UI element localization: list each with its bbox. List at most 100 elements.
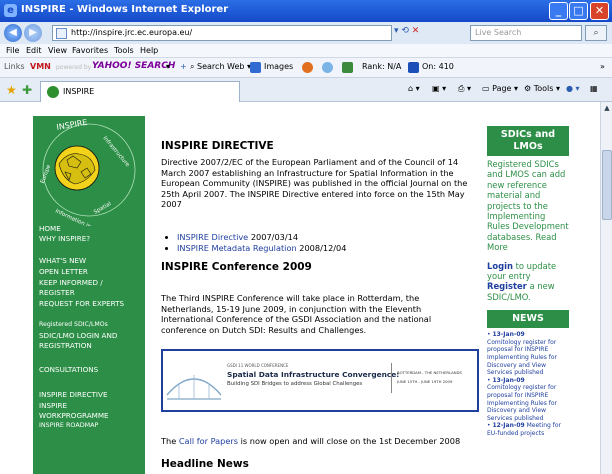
conference-heading: INSPIRE Conference 2009 (161, 261, 312, 273)
register-link[interactable]: Register (487, 281, 527, 291)
address-row: ◀ ▶ http://inspire.jrc.ec.europa.eu/ ▾ ⟲… (0, 22, 612, 44)
refresh-stop-icons[interactable]: ▾ ⟲ ✕ (394, 26, 419, 36)
forward-icon[interactable]: ▶ (24, 24, 42, 42)
news-item[interactable]: • 12-Jan-09 Meeting for EU-funded projec… (487, 422, 569, 437)
rank-label[interactable]: Rank: N/A (362, 62, 401, 71)
minimize-button[interactable]: _ (549, 2, 568, 20)
news-item[interactable]: • 13-Jan-09 Comitology register for propo… (487, 377, 569, 423)
stop-icon[interactable]: ✕ (412, 26, 420, 36)
banner-subtitle: Building SDI Bridges to address Global C… (227, 381, 363, 387)
research-icon[interactable]: ▦ (590, 84, 598, 93)
maximize-button[interactable]: □ (569, 2, 588, 20)
search-icon[interactable]: ⌕ (585, 25, 607, 41)
nav-roadmap[interactable]: INSPIRE ROADMAP (39, 421, 98, 430)
nav-whats-new[interactable]: WHAT'S NEW (39, 256, 86, 265)
directive-date: 2007/03/14 (250, 232, 299, 242)
left-navigation: INSPIRE Infrastructure Europe Informatio… (33, 116, 145, 474)
news-date: 13-Jan-09 (492, 331, 525, 339)
call-pre-text: The (161, 436, 177, 446)
menu-tools[interactable]: Tools (114, 46, 134, 55)
directive-link[interactable]: INSPIRE Directive (177, 232, 248, 242)
title-bar: e INSPIRE - Windows Internet Explorer _ … (0, 0, 612, 22)
banner-place: ROTTERDAM - THE NETHERLANDS (397, 370, 462, 375)
sdic-text[interactable]: Registered SDICs and LMOS can add new re… (487, 159, 569, 253)
links-toolbar: Links VMN powered by YAHOO! SEARCH ▾ + ⌕… (0, 58, 612, 78)
yahoo-search-logo[interactable]: YAHOO! SEARCH (92, 61, 175, 71)
news-date: 12-Jan-09 (492, 422, 525, 430)
mail-icon[interactable] (322, 62, 333, 73)
menu-edit[interactable]: Edit (26, 46, 42, 55)
directive-links: INSPIRE Directive 2007/03/14 INSPIRE Met… (161, 232, 471, 253)
nav-open-letter[interactable]: OPEN LETTER (39, 267, 88, 276)
vmn-logo[interactable]: VMN (30, 62, 51, 71)
nav-register[interactable]: REGISTER (39, 288, 75, 297)
login-link[interactable]: Login (487, 261, 513, 271)
news-text: Comitology register for proposal for INS… (487, 338, 558, 377)
close-button[interactable]: ✕ (590, 2, 609, 20)
ie-logo-icon: e (4, 4, 17, 17)
tab-inspire[interactable]: INSPIRE (40, 81, 240, 102)
nav-why-inspire[interactable]: WHY INSPIRE? (39, 234, 90, 243)
inspire-logo: INSPIRE Infrastructure Europe Informatio… (39, 118, 139, 226)
nav-workprogramme[interactable]: WORKPROGRAMME (39, 411, 109, 420)
tab-row: ★ ✚ INSPIRE ⌂ ▾ ▣ ▾ ⎙ ▾ ▭ Page ▾ ⚙ Tools… (0, 78, 612, 102)
print-icon[interactable]: ⎙ ▾ (458, 84, 471, 94)
sdic-heading: SDICs and LMOs (487, 126, 569, 156)
help-icon[interactable]: ● ▾ (566, 84, 580, 93)
nav-inspire[interactable]: INSPIRE (39, 401, 67, 410)
address-field[interactable]: http://inspire.jrc.ec.europa.eu/ (52, 25, 392, 41)
vertical-scrollbar[interactable]: ▲ (600, 102, 612, 474)
page-icon (56, 28, 67, 39)
back-icon[interactable]: ◀ (4, 24, 22, 42)
search-web-label: Search Web (197, 62, 245, 71)
call-for-papers-line: The Call for Papers is now open and will… (161, 436, 491, 447)
nav-home[interactable]: HOME (39, 224, 61, 233)
menu-favorites[interactable]: Favorites (72, 46, 108, 55)
banner-small-text: GSDI 11 WORLD CONFERENCE (227, 363, 289, 368)
call-post-text: is now open and will close on the 1st De… (240, 436, 461, 446)
menu-file[interactable]: File (6, 46, 19, 55)
gsdi-conference-banner[interactable]: GSDI 11 WORLD CONFERENCE Spatial Data In… (161, 349, 479, 412)
add-favorite-icon[interactable]: ✚ (22, 83, 32, 97)
nav-inspire-directive[interactable]: INSPIRE DIRECTIVE (39, 390, 108, 399)
search-input[interactable]: Live Search (470, 25, 582, 41)
images-button[interactable]: Images (264, 62, 293, 71)
messenger-icon[interactable] (342, 62, 353, 73)
favorites-star-icon[interactable]: ★ (6, 83, 17, 97)
nav-consultations[interactable]: CONSULTATIONS (39, 365, 98, 374)
scroll-thumb[interactable] (602, 150, 612, 220)
tab-favicon (47, 86, 59, 98)
address-url: http://inspire.jrc.ec.europa.eu/ (71, 28, 193, 37)
home-icon[interactable]: ⌂ ▾ (408, 84, 420, 93)
addon-icon[interactable] (302, 62, 313, 73)
images-icon (250, 62, 261, 73)
news-item[interactable]: • 13-Jan-09 Comitology register for propo… (487, 331, 569, 377)
yahoo-dropdown-icon[interactable]: ▾ (166, 62, 170, 71)
scroll-up-icon[interactable]: ▲ (602, 104, 612, 114)
nav-request-experts[interactable]: REQUEST FOR EXPERTS (39, 299, 124, 308)
window-title: INSPIRE - Windows Internet Explorer (21, 4, 229, 15)
nav-registration[interactable]: REGISTRATION (39, 341, 92, 350)
nav-registered-sdic[interactable]: Registered SDIC/LMOs (39, 320, 108, 329)
search-web-button[interactable]: ⌕ Search Web ▾ (190, 62, 251, 72)
menu-bar: File Edit View Favorites Tools Help (0, 44, 612, 58)
metadata-regulation-link[interactable]: INSPIRE Metadata Regulation (177, 243, 297, 253)
plus-icon[interactable]: + (180, 62, 187, 71)
menu-view[interactable]: View (48, 46, 67, 55)
banner-dates: JUNE 15TH - JUNE 19TH 2009 (397, 379, 453, 384)
links-label: Links (4, 62, 25, 71)
bridge-graphic (166, 375, 222, 400)
page-menu[interactable]: ▭ Page ▾ (482, 84, 518, 93)
nav-sdic-login[interactable]: SDIC/LMO LOGIN and (39, 331, 117, 340)
register-line: Register a new SDIC/LMO. (487, 281, 569, 302)
nav-keep-informed[interactable]: KEEP INFORMED / (39, 278, 103, 287)
tools-menu[interactable]: ⚙ Tools ▾ (524, 84, 560, 93)
login-line: Login to update your entry (487, 261, 569, 282)
call-for-papers-link[interactable]: Call for Papers (179, 436, 238, 446)
menu-help[interactable]: Help (140, 46, 158, 55)
right-sidebar: SDICs and LMOs Registered SDICs and LMOS… (487, 116, 569, 474)
feeds-icon[interactable]: ▣ ▾ (432, 84, 446, 93)
toolbar-overflow-icon[interactable]: » (600, 62, 605, 71)
tab-title: INSPIRE (63, 87, 95, 96)
popup-count[interactable]: On: 410 (422, 62, 454, 71)
